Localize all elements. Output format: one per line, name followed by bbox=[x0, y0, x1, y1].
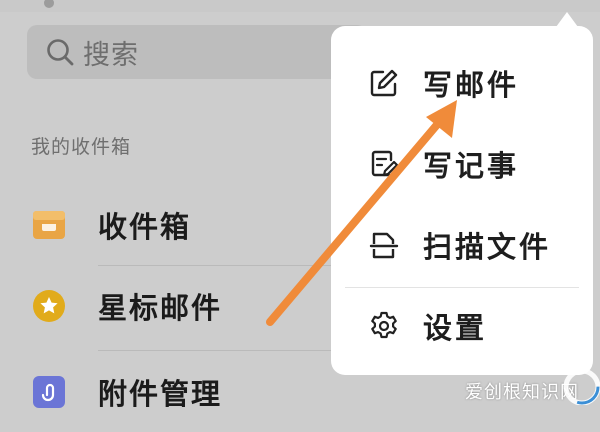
star-icon bbox=[33, 290, 65, 322]
search-placeholder: 搜索 bbox=[83, 39, 139, 71]
section-title-my-inbox: 我的收件箱 bbox=[31, 136, 132, 158]
paperclip-icon bbox=[33, 376, 65, 408]
menu-item-label: 设置 bbox=[423, 311, 488, 345]
list-divider bbox=[98, 350, 358, 351]
scan-document-icon bbox=[369, 232, 399, 259]
menu-item-scan-document[interactable]: 扫描文件 bbox=[331, 215, 593, 275]
search-input[interactable]: 搜索 bbox=[27, 25, 367, 79]
sidebar-item-label: 附件管理 bbox=[98, 377, 223, 411]
menu-item-settings[interactable]: 设置 bbox=[331, 296, 593, 356]
menu-item-compose-mail[interactable]: 写邮件 bbox=[331, 53, 593, 113]
compose-popup-menu: 写邮件 写记事 扫描文件 设置 bbox=[331, 26, 593, 375]
menu-item-label: 写邮件 bbox=[423, 68, 520, 102]
sidebar-item-label: 收件箱 bbox=[98, 210, 192, 244]
watermark-logo bbox=[563, 368, 600, 405]
menu-item-write-note[interactable]: 写记事 bbox=[331, 134, 593, 194]
inbox-tray-icon bbox=[33, 211, 65, 239]
note-pencil-icon bbox=[371, 150, 399, 177]
top-bar-fragment bbox=[0, 0, 600, 12]
sidebar-item-attachments[interactable]: 附件管理 bbox=[0, 352, 340, 432]
gear-icon bbox=[371, 311, 397, 339]
compose-pencil-icon bbox=[370, 69, 398, 97]
top-dot-fragment bbox=[44, 0, 54, 8]
popup-notch bbox=[556, 12, 578, 27]
sidebar-item-starred[interactable]: 星标邮件 bbox=[0, 266, 340, 346]
sidebar-item-inbox[interactable]: 收件箱 bbox=[0, 185, 340, 265]
search-icon bbox=[47, 39, 74, 66]
menu-divider bbox=[345, 287, 579, 288]
menu-item-label: 写记事 bbox=[423, 149, 520, 183]
menu-item-label: 扫描文件 bbox=[423, 230, 552, 264]
sidebar-item-label: 星标邮件 bbox=[98, 291, 223, 325]
